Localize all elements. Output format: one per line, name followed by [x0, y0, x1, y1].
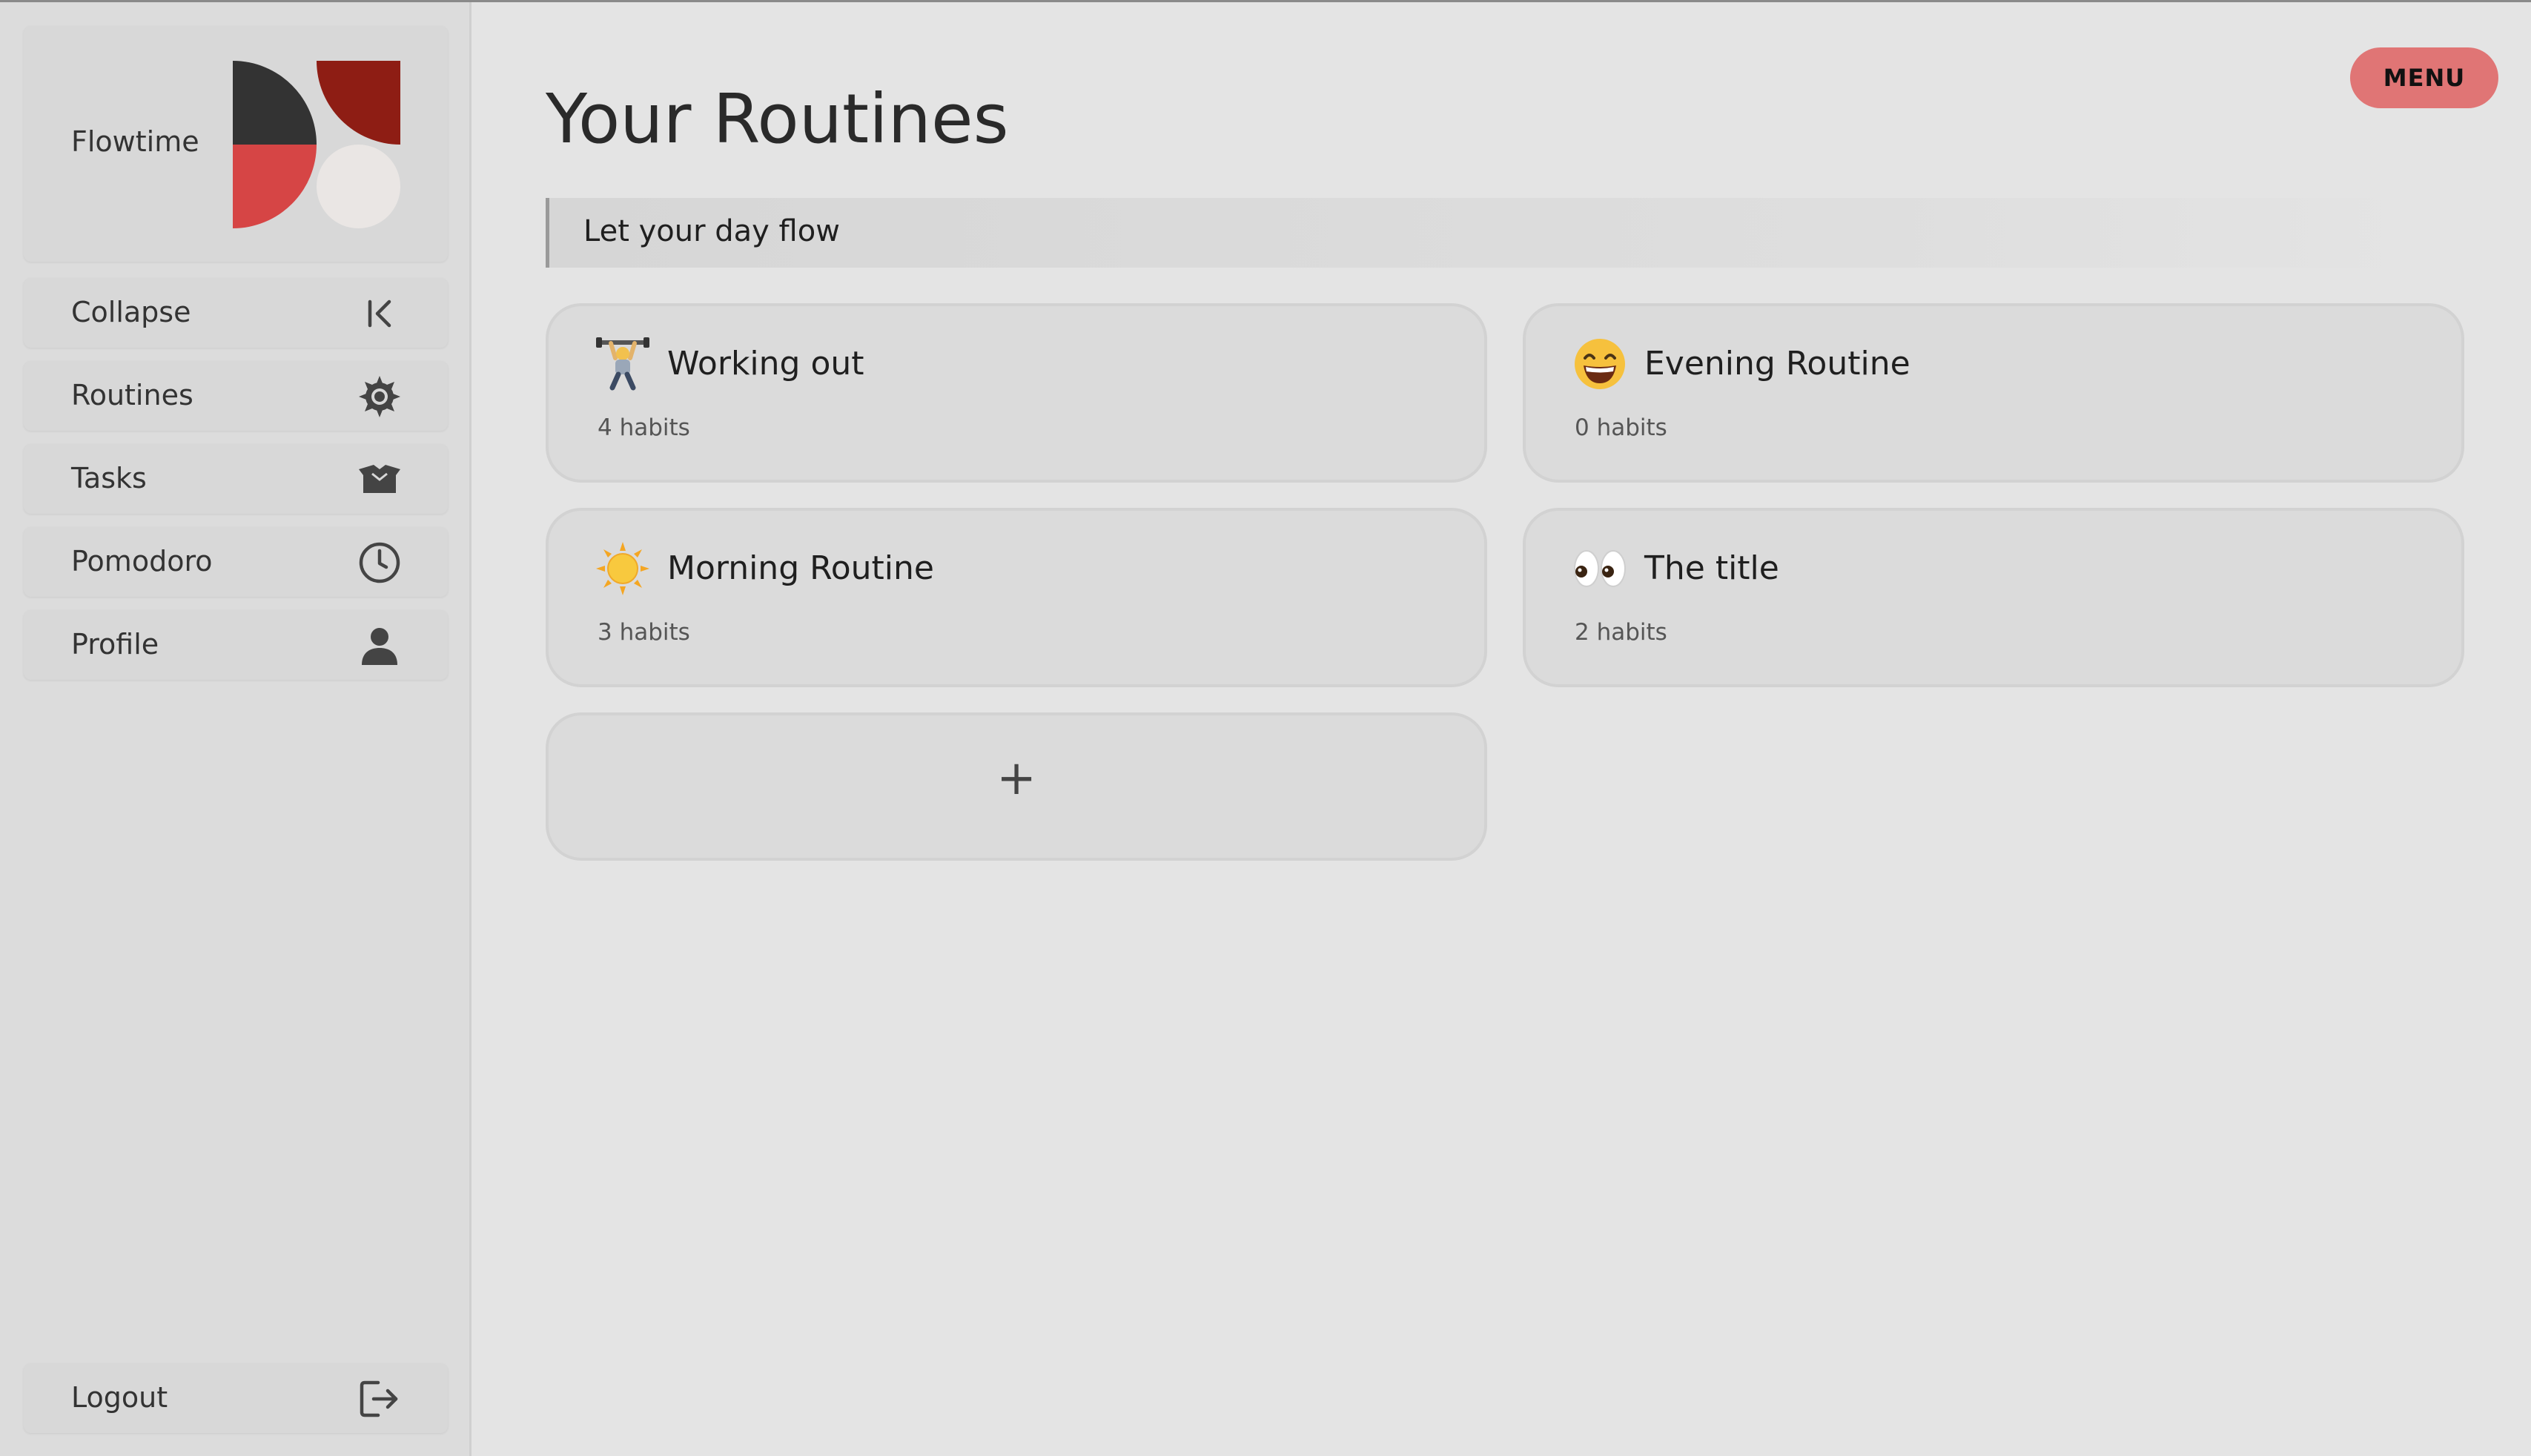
logout-label: Logout	[71, 1381, 168, 1414]
sidebar-item-collapse[interactable]: Collapse	[24, 278, 448, 348]
clock-icon	[357, 540, 402, 585]
sidebar-item-label: Profile	[71, 628, 159, 661]
add-routine-button[interactable]: +	[546, 712, 1487, 861]
routine-title: Evening Routine	[1644, 345, 1910, 383]
sidebar-item-label: Pomodoro	[71, 545, 213, 578]
app-window: Flowtime Collapse Routines Tasks Pomodor…	[0, 0, 2531, 1456]
tagline-text: Let your day flow	[583, 214, 840, 248]
routine-title: The title	[1644, 549, 1779, 587]
routine-title: Working out	[667, 345, 864, 383]
sidebar: Flowtime Collapse Routines Tasks Pomodor…	[0, 2, 472, 1456]
sidebar-item-label: Tasks	[71, 462, 147, 494]
collapse-icon	[357, 291, 402, 336]
sidebar-item-pomodoro[interactable]: Pomodoro	[24, 527, 448, 597]
brand-name: Flowtime	[71, 125, 199, 158]
plus-icon: +	[996, 751, 1036, 806]
logout-icon	[357, 1377, 402, 1421]
sidebar-item-routines[interactable]: Routines	[24, 361, 448, 431]
routine-habit-count: 0 habits	[1575, 414, 1667, 441]
sidebar-item-tasks[interactable]: Tasks	[24, 444, 448, 514]
user-icon	[357, 623, 402, 668]
sun-emoji	[595, 540, 651, 597]
routine-title: Morning Routine	[667, 549, 934, 587]
routine-habit-count: 2 habits	[1575, 619, 1667, 646]
menu-button[interactable]: MENU	[2350, 47, 2498, 108]
sidebar-item-label: Routines	[71, 379, 193, 411]
routine-card-the-title[interactable]: The title 2 habits	[1523, 508, 2464, 687]
routine-habit-count: 4 habits	[598, 414, 690, 441]
grinning-face-emoji	[1572, 336, 1628, 392]
flowtime-logo	[233, 61, 400, 228]
sidebar-item-profile[interactable]: Profile	[24, 610, 448, 680]
sidebar-item-label: Collapse	[71, 296, 191, 328]
weightlifter-emoji	[595, 336, 651, 392]
tagline-banner: Let your day flow	[546, 198, 2429, 268]
gear-icon	[357, 374, 402, 419]
routine-card-working-out[interactable]: Working out 4 habits	[546, 303, 1487, 483]
routine-card-morning-routine[interactable]: Morning Routine 3 habits	[546, 508, 1487, 687]
logout-button[interactable]: Logout	[24, 1363, 448, 1433]
routine-habit-count: 3 habits	[598, 619, 690, 646]
eyes-emoji	[1572, 540, 1628, 597]
brand-card[interactable]: Flowtime	[24, 26, 448, 262]
page-title: Your Routines	[546, 79, 1009, 159]
box-icon	[357, 457, 402, 502]
routine-card-evening-routine[interactable]: Evening Routine 0 habits	[1523, 303, 2464, 483]
